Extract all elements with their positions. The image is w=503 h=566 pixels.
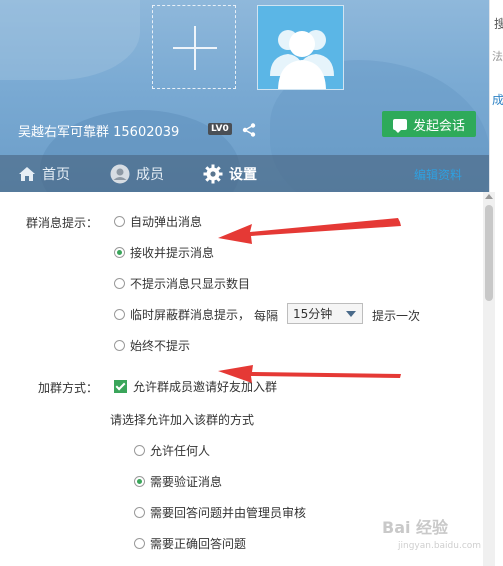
radio-temp-block[interactable]: 临时屏蔽群消息提示， — [114, 306, 250, 323]
gear-icon — [203, 164, 223, 183]
radio-label: 需要正确回答问题 — [150, 537, 247, 551]
chevron-down-icon — [346, 311, 356, 317]
share-icon[interactable] — [241, 122, 257, 138]
user-icon — [110, 164, 130, 183]
group-header: 吴越右军可靠群 15602039 LV0 发起会话 首页 成员 设置 编辑资料 — [0, 0, 489, 192]
radio-never-notify[interactable]: 始终不提示 — [114, 337, 190, 354]
start-chat-button[interactable]: 发起会话 — [382, 111, 476, 137]
edit-profile-link[interactable]: 编辑资料 — [414, 166, 462, 183]
radio-label: 始终不提示 — [130, 339, 191, 353]
radio-count-only[interactable]: 不提示消息只显示数目 — [114, 275, 250, 292]
tab-home[interactable]: 首页 — [18, 155, 70, 192]
background-text: 搜 — [494, 15, 503, 32]
baidu-watermark-url: jingyan.baidu.com — [398, 541, 482, 551]
radio-label: 需要回答问题并由管理员审核 — [150, 506, 307, 520]
radio-allow-anyone[interactable]: 允许任何人 — [134, 442, 210, 459]
annotation-arrow — [218, 218, 401, 244]
radio-dot — [114, 216, 125, 227]
tab-home-label: 首页 — [42, 166, 70, 183]
background-text: 法 — [492, 50, 503, 63]
choose-method-label: 请选择允许加入该群的方式 — [110, 413, 255, 427]
radio-dot — [134, 476, 145, 487]
radio-dot — [134, 538, 145, 549]
radio-auto-popup[interactable]: 自动弹出消息 — [114, 213, 202, 230]
radio-dot — [114, 340, 125, 351]
group-members-icon — [270, 30, 334, 89]
interval-select-value: 15分钟 — [293, 307, 333, 321]
tab-members[interactable]: 成员 — [110, 155, 164, 192]
scroll-up-arrow[interactable] — [485, 194, 493, 199]
baidu-watermark: Bai 经验 — [382, 518, 449, 537]
group-name: 吴越右军可靠群 15602039 — [18, 125, 180, 140]
tab-settings[interactable]: 设置 — [203, 155, 257, 192]
add-photo-button[interactable] — [152, 5, 236, 89]
tab-members-label: 成员 — [136, 166, 164, 183]
message-notice-label: 群消息提示： — [26, 216, 99, 230]
radio-label: 接收并提示消息 — [130, 246, 215, 260]
header-background-shape — [0, 0, 140, 80]
radio-receive-notify[interactable]: 接收并提示消息 — [114, 244, 214, 261]
radio-require-verification[interactable]: 需要验证消息 — [134, 473, 222, 490]
checkbox-checked-icon — [114, 380, 127, 393]
scrollbar-thumb[interactable] — [485, 205, 493, 301]
radio-label: 需要验证消息 — [150, 475, 223, 489]
allow-invite-checkbox[interactable]: 允许群成员邀请好友加入群 — [114, 378, 277, 395]
join-method-label: 加群方式： — [38, 381, 99, 395]
radio-dot — [134, 445, 145, 456]
radio-dot — [114, 309, 125, 320]
radio-answer-admin-review[interactable]: 需要回答问题并由管理员审核 — [134, 504, 306, 521]
radio-label: 不提示消息只显示数目 — [130, 277, 251, 291]
radio-dot — [114, 247, 125, 258]
radio-label: 自动弹出消息 — [130, 215, 203, 229]
remind-once-label: 提示一次 — [372, 309, 421, 323]
home-icon — [19, 166, 35, 181]
checkbox-label: 允许群成员邀请好友加入群 — [133, 380, 278, 394]
radio-dot — [134, 507, 145, 518]
radio-answer-correctly[interactable]: 需要正确回答问题 — [134, 535, 246, 552]
every-label: 每隔 — [254, 309, 279, 323]
level-badge: LV0 — [208, 123, 232, 135]
background-text: 成 — [492, 93, 503, 107]
chat-icon — [392, 118, 407, 133]
radio-label: 临时屏蔽群消息提示， — [130, 308, 251, 322]
radio-dot — [114, 278, 125, 289]
interval-select[interactable]: 15分钟 — [287, 303, 363, 324]
group-avatar[interactable] — [257, 5, 344, 90]
radio-label: 允许任何人 — [150, 444, 211, 458]
tab-settings-label: 设置 — [229, 166, 257, 183]
start-chat-label: 发起会话 — [412, 118, 465, 134]
